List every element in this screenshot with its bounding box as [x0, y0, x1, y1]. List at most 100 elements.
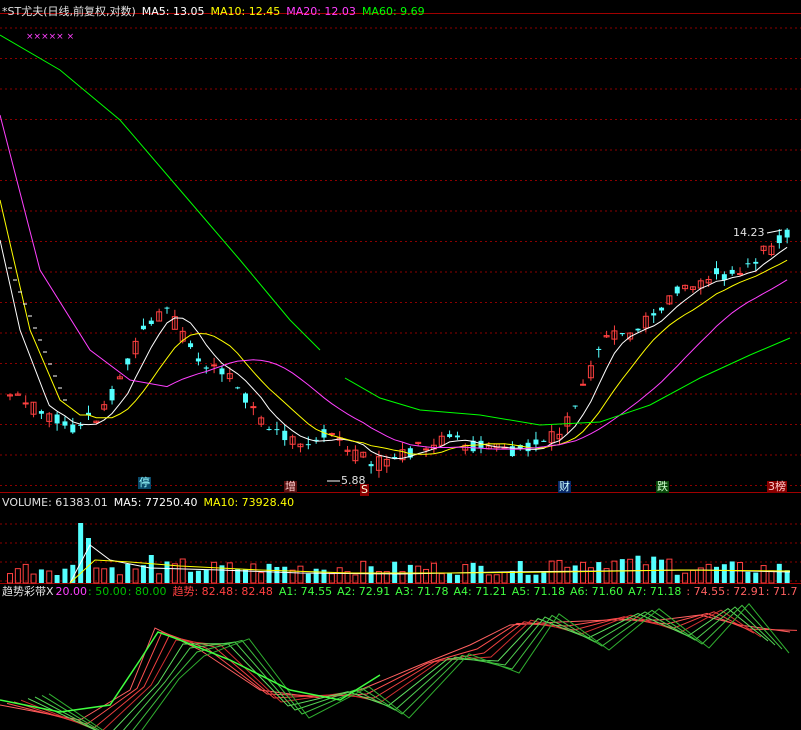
a5-value: A5: 71.18	[511, 585, 565, 598]
volume-bar	[525, 574, 531, 583]
candle-body	[109, 389, 115, 401]
a1-value: A1: 74.55	[278, 585, 333, 598]
stock-chart-window: *ST尤夫(日线,前复权,对数) MA5: 13.05 MA10: 12.45 MA2…	[0, 0, 801, 730]
volume-bar	[760, 565, 767, 584]
candle-body	[619, 333, 625, 335]
volume-ma10-label: MA10: 73928.40	[203, 496, 295, 509]
candle-body	[22, 402, 29, 405]
candle-body	[714, 268, 719, 275]
candle-body	[454, 435, 460, 438]
volume-ma5-line	[69, 544, 791, 584]
volume-bar	[195, 570, 201, 583]
candle-body	[533, 439, 539, 445]
candle-body	[211, 364, 218, 367]
volume-bar	[188, 571, 194, 583]
candle-body	[38, 411, 44, 414]
ma60-line-b	[344, 337, 791, 426]
candle-body	[447, 434, 453, 437]
candle-body	[140, 325, 146, 330]
candle-body	[745, 263, 751, 265]
candle-body	[572, 405, 578, 407]
candle-body	[674, 286, 680, 294]
candle-body	[423, 448, 430, 451]
candle-body	[188, 343, 194, 348]
volume-bar	[211, 561, 218, 584]
candle-body	[282, 430, 288, 441]
volume-bar	[721, 564, 727, 583]
volume-bar	[313, 568, 319, 583]
volume-bar	[54, 574, 60, 583]
volume-bar	[171, 563, 178, 584]
ma20-label: MA20: 12.03	[286, 5, 356, 18]
volume-bar	[635, 555, 641, 583]
suspend-marker[interactable]: 停	[138, 477, 151, 489]
volume-bar	[737, 561, 744, 584]
finance-marker[interactable]: 财	[558, 481, 571, 493]
candle-body	[368, 464, 374, 467]
s-marker[interactable]: S	[360, 484, 369, 496]
volume-bar	[705, 563, 712, 584]
trend-value-2: : 82.48	[234, 585, 273, 598]
candle-body	[250, 406, 257, 409]
volume-bar	[596, 562, 602, 583]
candle-body	[596, 348, 602, 350]
volume-bar	[745, 571, 751, 583]
candle-body	[729, 269, 735, 274]
trend-ribbon-line	[48, 603, 790, 730]
trend-ribbon-line	[13, 611, 755, 729]
candle-body	[651, 313, 657, 316]
volume-bar	[368, 566, 374, 583]
candle-body	[62, 421, 68, 426]
volume-bar	[462, 564, 469, 584]
candle-body	[203, 367, 209, 369]
ma10-label: MA10: 12.45	[210, 5, 281, 18]
volume-bar	[235, 569, 241, 583]
volume-bar	[243, 569, 248, 583]
candle-body	[125, 358, 131, 365]
candle-body	[753, 261, 759, 264]
volume-bar	[203, 569, 209, 583]
volume-bar	[651, 556, 657, 583]
candle-body	[541, 440, 547, 442]
trend-ribbon-line	[0, 614, 791, 721]
rank-marker[interactable]: 3榜	[767, 481, 787, 493]
stock-title: *ST尤夫(日线,前复权,对数)	[2, 5, 136, 18]
volume-bar	[266, 563, 272, 583]
volume-bar	[485, 574, 492, 584]
param-1: 20.00	[55, 585, 88, 598]
tail-value-3: : 71.7	[765, 585, 798, 598]
volume-bar	[572, 565, 578, 583]
trend-band-header: 趋势彩带X 20.00: 50.00: 80.00 趋势: 82.48: 82.48…	[2, 585, 801, 599]
ma10-line	[0, 199, 788, 455]
chart-canvas[interactable]	[0, 0, 801, 730]
increase-marker[interactable]: 增	[284, 481, 297, 493]
volume-bar	[38, 569, 44, 583]
volume-bar	[666, 558, 673, 584]
volume-bar	[478, 565, 484, 583]
drop-marker[interactable]: 跌	[656, 481, 669, 493]
volume-bar	[148, 555, 154, 583]
volume-bar	[541, 571, 547, 583]
volume-bar	[140, 565, 146, 583]
candle-body	[659, 307, 665, 311]
volume-bar	[392, 561, 398, 583]
candle-body	[305, 444, 311, 446]
volume-bar	[305, 573, 311, 583]
volume-bar	[274, 566, 280, 583]
volume-bar	[493, 574, 500, 584]
volume-bar	[297, 565, 304, 584]
volume-header: VOLUME: 61383.01 MA5: 77250.40 MA10: 73928…	[2, 496, 300, 510]
volume-bar	[22, 563, 29, 584]
volume-bar	[415, 565, 422, 584]
main-chart-header: *ST尤夫(日线,前复权,对数) MA5: 13.05 MA10: 12.45 MA2…	[2, 5, 431, 19]
candle-body	[164, 307, 170, 309]
volume-bar	[116, 574, 123, 584]
volume-ma10-line	[69, 559, 791, 584]
volume-bar	[438, 573, 445, 584]
candle-body	[266, 429, 272, 431]
a6-value: A6: 71.60	[569, 585, 624, 598]
ma5-label: MA5: 13.05	[141, 5, 205, 18]
volume-bar	[30, 573, 37, 584]
a4-value: A4: 71.21	[453, 585, 507, 598]
volume-bar	[179, 558, 186, 584]
